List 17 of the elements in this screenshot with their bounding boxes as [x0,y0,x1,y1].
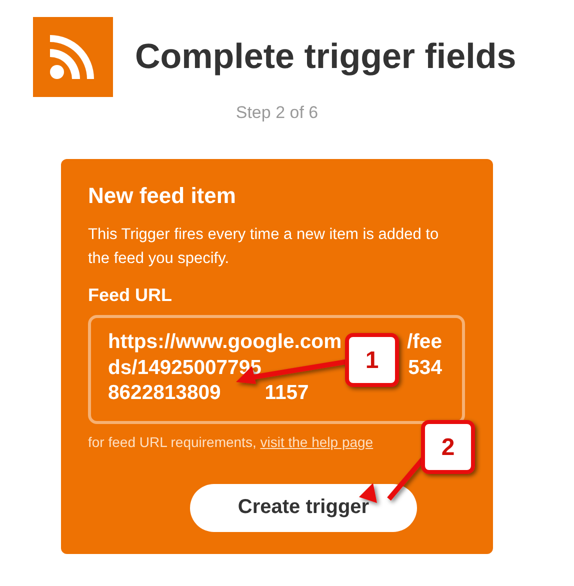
url-text: ds/14925007795 [108,356,262,380]
card-title: New feed item [88,183,237,209]
url-text: 8622813809 [108,381,221,406]
help-text: for feed URL requirements, [88,434,256,450]
help-link[interactable]: visit the help page [260,434,374,450]
step-indicator: Step 2 of 6 [234,103,320,123]
field-label: Feed URL [88,285,174,306]
url-text: 534 [408,356,442,380]
url-text: 1157 [264,381,309,406]
create-trigger-button[interactable]: Create trigger [190,484,417,532]
page-title: Complete trigger fields [135,37,516,77]
url-text: https://www.google.com [108,330,342,355]
rss-icon [50,35,96,79]
callout-badge: 2 [421,420,475,474]
card-description: This Trigger fires every time a new item is added to the feed you specify. [88,225,440,269]
url-text: /fee [407,330,442,355]
callout-badge: 1 [345,333,399,387]
